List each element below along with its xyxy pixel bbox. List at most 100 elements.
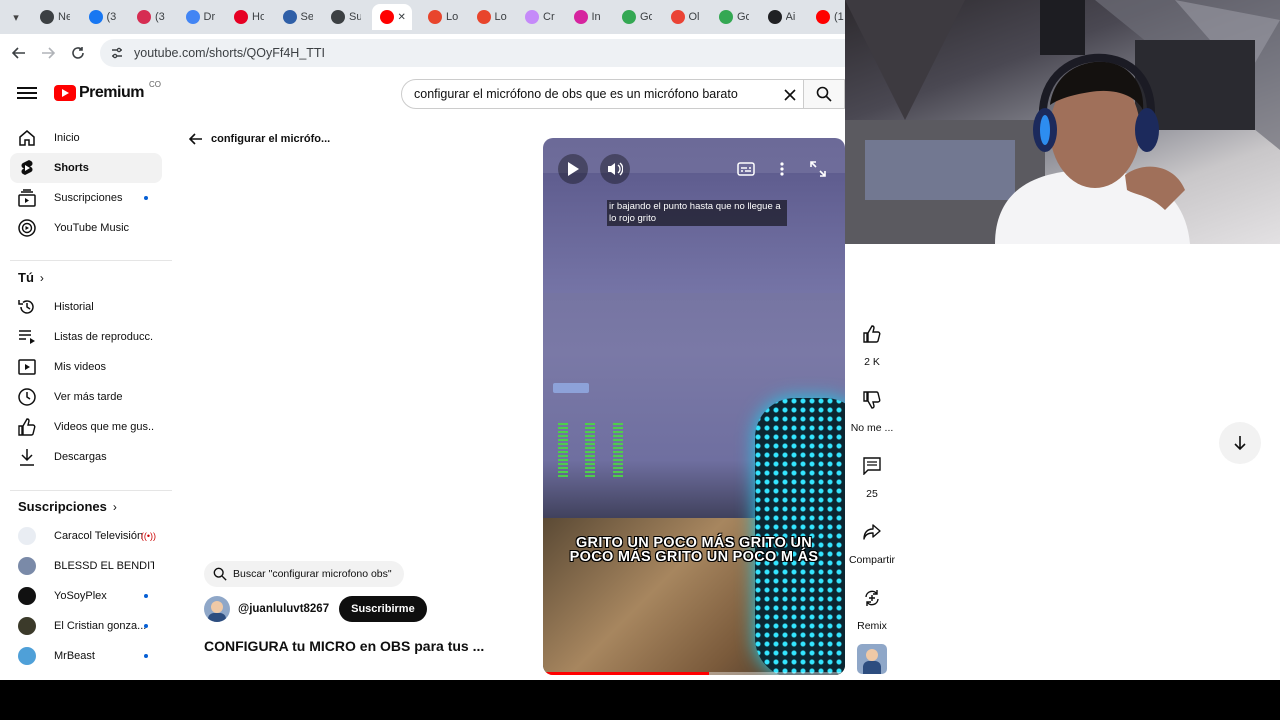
reload-icon	[72, 47, 84, 59]
fullscreen-icon	[810, 161, 826, 177]
fullscreen-button[interactable]	[803, 154, 833, 184]
webcam-scene	[845, 0, 1280, 244]
browser-tab[interactable]: Ai	[760, 4, 806, 30]
subscription-channel[interactable]: MrBeast	[10, 641, 162, 671]
url-text[interactable]: youtube.com/shorts/QOyFf4H_TTI	[134, 46, 325, 60]
browser-tab[interactable]: ✕	[371, 4, 412, 30]
tab-title: Cr	[543, 11, 555, 23]
sidebar-item-inicio[interactable]: Inicio	[10, 123, 162, 153]
browser-tab[interactable]: Ol	[663, 4, 709, 30]
sidebar-item-label: Mis videos	[54, 361, 106, 373]
search-query[interactable]: configurar el micrófono de obs que es un…	[414, 87, 738, 101]
captions-button[interactable]	[731, 154, 761, 184]
reload-button[interactable]	[67, 42, 89, 64]
next-short-button[interactable]	[1219, 422, 1261, 464]
sidebar-item-ver-m-s-tarde[interactable]: Ver más tarde	[10, 382, 162, 412]
sidebar-item-videos-que-me-gus[interactable]: Videos que me gus...	[10, 412, 162, 442]
channel-row: @juanluluvt8267 Suscribirme	[204, 596, 427, 622]
remix-button[interactable]	[854, 580, 890, 616]
browser-tab[interactable]: Ho	[226, 4, 272, 30]
short-title[interactable]: CONFIGURA tu MICRO en OBS para tus ...	[204, 638, 484, 654]
more-vert-icon	[780, 162, 784, 176]
tab-title: Lo	[494, 11, 507, 23]
browser-tab[interactable]: Se	[275, 4, 321, 30]
forward-button[interactable]	[37, 42, 59, 64]
tab-favicon-icon	[234, 10, 248, 24]
tab-title: Ai	[785, 11, 796, 23]
browser-tab[interactable]: Su	[323, 4, 369, 30]
playlists-icon	[18, 328, 36, 346]
you-header-label: Tú	[18, 270, 34, 285]
browser-tab[interactable]: Go	[711, 4, 757, 30]
browser-tab[interactable]: In	[566, 4, 612, 30]
tab-search-button[interactable]: ▾	[6, 7, 26, 27]
browser-tab[interactable]: Cr	[517, 4, 563, 30]
search-input[interactable]: configurar el micrófono de obs que es un…	[401, 79, 804, 109]
dislike-label: No me ...	[850, 422, 894, 434]
subscribe-button[interactable]: Suscribirme	[339, 596, 427, 622]
back-button[interactable]	[8, 42, 30, 64]
shorts-icon	[18, 159, 36, 177]
tab-favicon-icon	[816, 10, 830, 24]
browser-tab[interactable]: Ne	[32, 4, 78, 30]
more-options-button[interactable]	[767, 154, 797, 184]
sidebar-item-shorts[interactable]: Shorts	[10, 153, 162, 183]
comments-button[interactable]	[854, 448, 890, 484]
tab-favicon-icon	[137, 10, 151, 24]
remix-action: Remix	[845, 580, 899, 632]
video-progress-bar[interactable]	[543, 672, 845, 675]
channel-name[interactable]: @juanluluvt8267	[238, 603, 329, 615]
menu-icon[interactable]	[17, 84, 37, 104]
remix-icon	[865, 590, 879, 606]
browser-tab[interactable]: (3	[129, 4, 175, 30]
browser-tab[interactable]: Lo	[469, 4, 515, 30]
tab-title: Ne	[58, 11, 70, 23]
volume-icon	[608, 162, 623, 176]
tab-favicon-icon	[379, 10, 394, 24]
browser-tab[interactable]: Lo	[420, 4, 466, 30]
thumbs-down-icon	[863, 391, 881, 409]
shorts-back-link[interactable]: configurar el micrófo...	[189, 132, 330, 146]
sidebar-item-suscripciones[interactable]: Suscripciones	[10, 183, 162, 213]
you-section-header[interactable]: Tú ›	[18, 270, 44, 285]
channel-avatar	[18, 527, 36, 545]
site-info-icon[interactable]	[110, 46, 124, 60]
share-icon	[863, 524, 881, 540]
like-button[interactable]	[854, 316, 890, 352]
sidebar-item-historial[interactable]: Historial	[10, 292, 162, 322]
logo-text: Premium	[79, 84, 144, 101]
sidebar-item-label: Shorts	[54, 162, 89, 174]
search-button[interactable]	[804, 79, 845, 109]
play-button[interactable]	[558, 154, 588, 184]
share-button[interactable]	[854, 514, 890, 550]
youtube-premium-logo[interactable]: Premium CO	[54, 80, 161, 102]
sidebar-item-descargas[interactable]: Descargas	[10, 442, 162, 472]
omnibox[interactable]: youtube.com/shorts/QOyFf4H_TTI	[100, 39, 845, 67]
sidebar-item-label: Inicio	[54, 132, 80, 144]
subscription-channel[interactable]: El Cristian gonza...	[10, 611, 162, 641]
clear-search-icon[interactable]	[783, 85, 797, 107]
sidebar-item-listas-de-reproducc[interactable]: Listas de reproducc...	[10, 322, 162, 352]
video-caption: ir bajando el punto hasta que no llegue …	[607, 200, 787, 226]
dislike-button[interactable]	[854, 382, 890, 418]
channel-avatar[interactable]	[204, 596, 230, 622]
subscriptions-header-label: Suscripciones	[18, 499, 107, 514]
sidebar-item-youtube-music[interactable]: YouTube Music	[10, 213, 162, 243]
sidebar-item-mis-videos[interactable]: Mis videos	[10, 352, 162, 382]
related-search-chip[interactable]: Buscar "configurar microfono obs"	[204, 561, 404, 587]
tab-close-icon[interactable]: ✕	[398, 12, 406, 23]
sidebar-item-label: Suscripciones	[54, 192, 123, 204]
browser-tab[interactable]: (3	[81, 4, 127, 30]
browser-tab[interactable]: Go	[614, 4, 660, 30]
browser-tab[interactable]: Dr	[178, 4, 224, 30]
sound-thumbnail[interactable]	[857, 644, 887, 674]
subscription-channel[interactable]: Caracol Televisión ((•))	[10, 521, 162, 551]
short-video[interactable]: ir bajando el punto hasta que no llegue …	[543, 138, 845, 675]
volume-button[interactable]	[600, 154, 630, 184]
browser-tab[interactable]: (1	[808, 4, 845, 30]
subscription-channel[interactable]: YoSoyPlex	[10, 581, 162, 611]
subscription-channel[interactable]: BLESSD EL BENDIT...	[10, 551, 162, 581]
tab-title: Su	[349, 11, 361, 23]
arrow-right-icon	[42, 47, 55, 59]
subscriptions-section-header[interactable]: Suscripciones ›	[18, 499, 117, 514]
